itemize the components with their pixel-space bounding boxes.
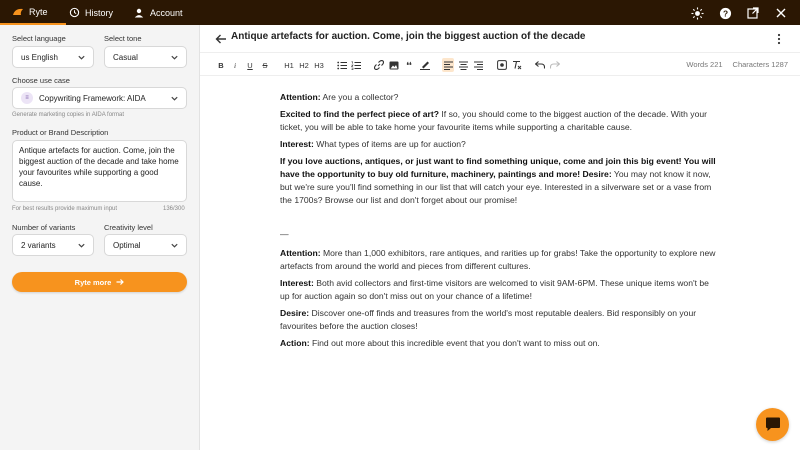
format-toolbar: B i U S H1 H2 H3 ❛❛ Words 221 Characters… [200,52,800,76]
tab-account-label: Account [150,7,183,18]
strikethrough-button[interactable]: S [259,58,271,72]
align-left-icon[interactable] [442,58,454,72]
attention-label-2: Attention: [280,248,321,258]
align-center-icon[interactable] [457,58,469,72]
help-icon[interactable]: ? [718,6,732,20]
h3-button[interactable]: H3 [312,58,326,72]
tone-label: Select tone [104,34,142,43]
language-select[interactable]: us English [12,46,94,68]
editor-panel: Antique artefacts for auction. Come, joi… [200,25,800,450]
interest-label: Interest: [280,139,314,149]
chevron-down-icon [171,243,178,248]
italic-button[interactable]: i [230,58,240,72]
character-count: Characters 1287 [732,60,788,69]
link-icon[interactable] [373,58,385,72]
svg-text:?: ? [722,8,727,18]
word-count: Words 221 [686,60,723,69]
chat-support-button[interactable] [756,408,789,441]
tab-history-label: History [85,7,114,18]
language-value: us English [21,52,58,62]
sidebar: Select language us English Select tone C… [0,25,200,450]
ryte-more-label: Ryte more [74,277,112,287]
framework-icon: ≡ [21,92,33,104]
tone-select[interactable]: Casual [104,46,187,68]
creativity-value: Optimal [113,240,141,250]
tone-value: Casual [113,52,138,62]
excited-bold-text: Excited to find the perfect piece of art… [280,109,440,119]
product-label: Product or Brand Description [12,128,109,137]
chevron-down-icon [171,96,178,101]
close-icon[interactable] [774,6,788,20]
chevron-down-icon [171,55,178,60]
attention-label: Attention: [280,92,321,102]
tab-history[interactable]: History [68,0,113,25]
chevron-down-icon [78,243,85,248]
image-icon[interactable] [388,58,400,72]
numbered-list-icon[interactable] [350,58,362,72]
align-right-icon[interactable] [472,58,484,72]
paragraph-interest: Interest: What types of items are up for… [280,138,720,151]
variant-separator: — [280,229,289,239]
chevron-down-icon [78,55,85,60]
action-label-2: Action: [280,338,310,348]
document-stats: Words 221 Characters 1287 [686,60,788,69]
h1-button[interactable]: H1 [282,58,296,72]
desire-label-2: Desire: [280,308,310,318]
external-link-icon[interactable] [746,6,760,20]
interest-text: What types of items are up for auction? [313,139,466,149]
history-clock-icon [68,7,80,19]
bullet-list-icon[interactable] [336,58,348,72]
editor-content[interactable]: Attention: Are you a collector? Excited … [280,91,720,354]
variants-select[interactable]: 2 variants [12,234,94,256]
language-label: Select language [12,34,66,43]
bold-button[interactable]: B [215,58,227,72]
interest-text-2: Both avid collectors and first-time visi… [280,278,709,301]
paragraph-action-2: Action: Find out more about this incredi… [280,337,720,350]
use-case-value: Copywriting Framework: AIDA [39,93,146,103]
variants-value: 2 variants [21,240,56,250]
user-icon [133,7,145,19]
back-arrow-icon[interactable] [215,32,227,44]
creativity-select[interactable]: Optimal [104,234,187,256]
char-count: 136/300 [163,206,185,212]
paragraph-desire-2: Desire: Discover one-off finds and treas… [280,307,720,333]
tab-ryte[interactable]: Ryte [0,0,66,25]
paragraph-interest-2: Interest: Both avid collectors and first… [280,277,720,303]
paragraph-excited: Excited to find the perfect piece of art… [280,108,720,134]
desire-text-2: Discover one-off finds and treasures fro… [280,308,697,331]
interest-label-2: Interest: [280,278,314,288]
variants-label: Number of variants [12,223,76,232]
tab-account[interactable]: Account [133,0,183,25]
product-hint: For best results provide maximum input [12,206,118,212]
chat-bubble-icon [765,417,780,431]
action-text-2: Find out more about this incredible even… [309,338,600,348]
undo-icon[interactable] [534,58,546,72]
h2-button[interactable]: H2 [297,58,311,72]
document-title: Antique artefacts for auction. Come, joi… [231,31,586,42]
attention-text-2: More than 1,000 exhibitors, rare antique… [280,248,716,271]
product-description-input[interactable]: Antique artefacts for auction. Come, joi… [12,140,187,202]
use-case-select[interactable]: ≡ Copywriting Framework: AIDA [12,87,187,109]
redo-icon[interactable] [549,58,561,72]
tab-ryte-label: Ryte [29,6,48,17]
quote-button[interactable]: ❛❛ [403,58,415,72]
underline-button[interactable]: U [244,58,256,72]
creativity-label: Creativity level [104,223,153,232]
highlighter-icon[interactable] [419,58,431,72]
paragraph-attention: Attention: Are you a collector? [280,91,720,104]
sun-icon[interactable] [690,6,704,20]
paragraph-attention-2: Attention: More than 1,000 exhibitors, r… [280,247,720,273]
arrow-right-icon [116,279,125,285]
more-options-icon[interactable] [774,32,784,45]
use-case-label: Choose use case [12,76,70,85]
attention-text: Are you a collector? [320,92,399,102]
ryte-logo-icon [12,6,24,18]
embed-icon[interactable] [496,58,508,72]
paragraph-desire: If you love auctions, antiques, or just … [280,155,720,207]
use-case-hint: Generate marketing copies in AIDA format [12,112,125,118]
ryte-more-button[interactable]: Ryte more [12,272,187,292]
top-bar: Ryte History Account ? [0,0,800,25]
clear-format-icon[interactable] [511,58,523,72]
